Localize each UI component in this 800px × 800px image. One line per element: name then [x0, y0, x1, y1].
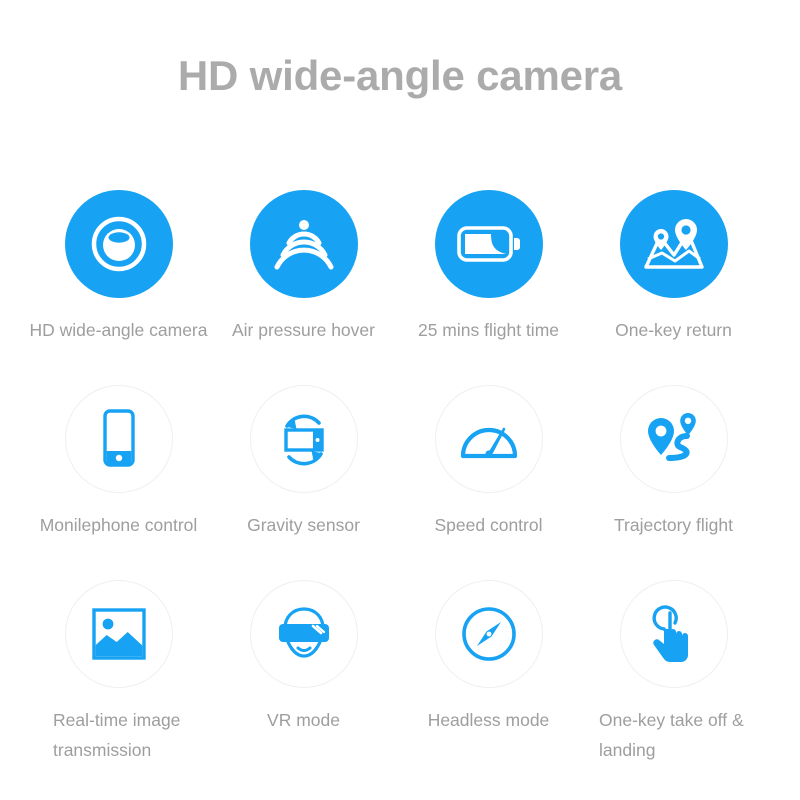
feature-item-speed-control[interactable]: Speed control	[396, 385, 581, 580]
map-pins-return-icon	[619, 190, 728, 298]
tap-hand-icon	[619, 580, 728, 688]
air-pressure-wave-icon	[249, 190, 358, 298]
feature-item-air-pressure-hover[interactable]: Air pressure hover	[211, 190, 396, 385]
feature-row-1: HD wide-angle camera Air pressure hover	[0, 190, 800, 385]
feature-label: Air pressure hover	[232, 320, 375, 340]
feature-item-mobilephone-control[interactable]: Monilephone control	[26, 385, 211, 580]
trajectory-route-icon	[619, 385, 728, 493]
feature-item-gravity-sensor[interactable]: Gravity sensor	[211, 385, 396, 580]
speedometer-icon	[434, 385, 543, 493]
photo-image-icon	[64, 580, 173, 688]
feature-item-hd-camera[interactable]: HD wide-angle camera	[26, 190, 211, 385]
feature-grid: HD wide-angle camera Air pressure hover	[0, 190, 800, 780]
feature-label: 25 mins flight time	[417, 320, 560, 340]
gravity-rotate-icon	[249, 385, 358, 493]
feature-label: Speed control	[434, 515, 543, 535]
compass-icon	[434, 580, 543, 688]
feature-item-realtime-image[interactable]: Real-time image transmission	[26, 580, 211, 780]
feature-item-vr-mode[interactable]: VR mode	[211, 580, 396, 780]
page-title: HD wide-angle camera	[177, 52, 623, 99]
feature-label: Gravity sensor	[247, 515, 360, 535]
vr-headset-icon	[249, 580, 358, 688]
feature-label: Monilephone control	[39, 515, 198, 535]
feature-row-3: Real-time image transmission VR mode Hea…	[0, 580, 800, 780]
feature-row-2: Monilephone control Gravity sensor Speed…	[0, 385, 800, 580]
feature-item-flight-time[interactable]: 25 mins flight time	[396, 190, 581, 385]
feature-item-one-key-takeoff-landing[interactable]: One-key take off & landing	[581, 580, 766, 780]
feature-item-headless-mode[interactable]: Headless mode	[396, 580, 581, 780]
feature-item-trajectory-flight[interactable]: Trajectory flight	[581, 385, 766, 580]
feature-label: Trajectory flight	[614, 515, 733, 535]
feature-label: One-key return	[615, 320, 732, 340]
battery-icon	[434, 190, 543, 298]
camera-lens-icon	[64, 190, 173, 298]
mobile-phone-icon	[64, 385, 173, 493]
feature-label: One-key take off & landing	[599, 710, 744, 760]
feature-label: HD wide-angle camera	[29, 320, 208, 340]
feature-item-one-key-return[interactable]: One-key return	[581, 190, 766, 385]
feature-label: Real-time image transmission	[53, 710, 181, 760]
feature-label: Headless mode	[427, 710, 550, 730]
feature-label: VR mode	[267, 710, 340, 730]
